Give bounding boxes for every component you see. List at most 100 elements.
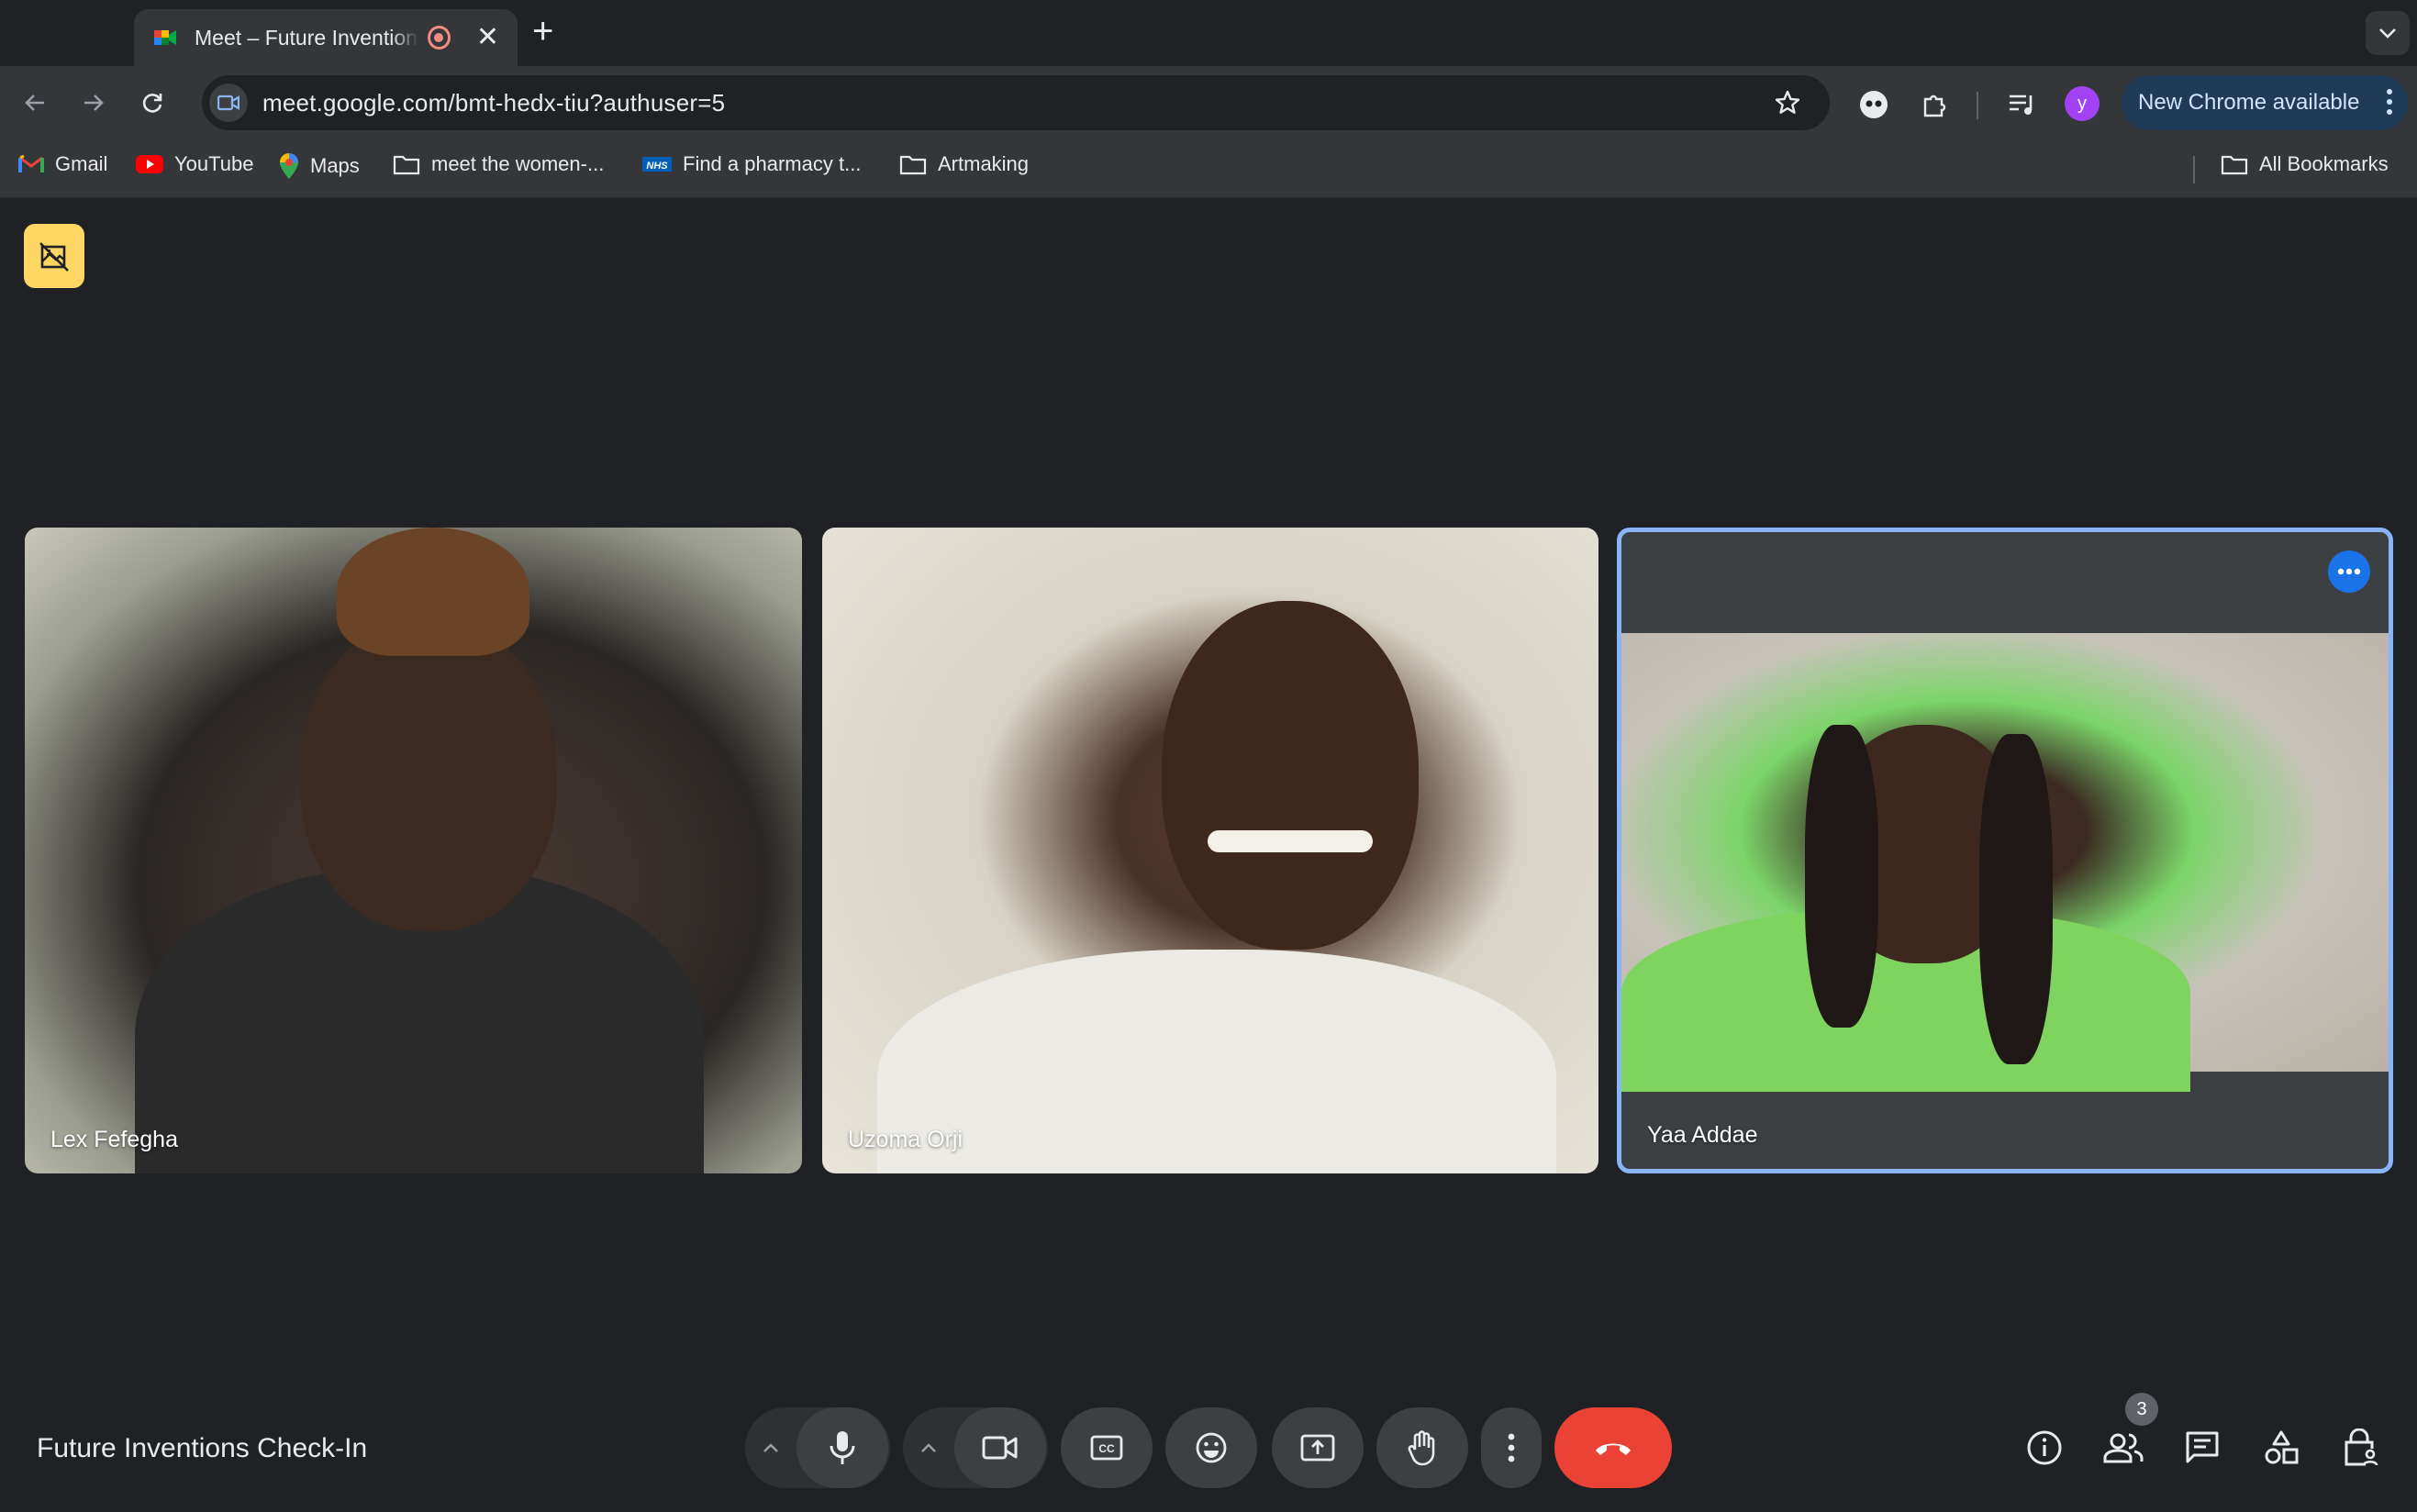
maps-icon bbox=[279, 152, 299, 180]
raise-hand-button[interactable] bbox=[1376, 1407, 1468, 1488]
extensions-puzzle-icon[interactable] bbox=[1916, 86, 1953, 123]
activities-button[interactable] bbox=[2255, 1422, 2307, 1473]
bookmark-folder-meet-the-women[interactable]: meet the women-... bbox=[393, 152, 604, 176]
closed-caption-icon: CC bbox=[1090, 1435, 1123, 1461]
present-screen-button[interactable] bbox=[1272, 1407, 1364, 1488]
videocam-icon bbox=[982, 1436, 1018, 1460]
meeting-details-button[interactable] bbox=[2019, 1422, 2070, 1473]
reload-button[interactable] bbox=[132, 83, 173, 123]
participant-tile[interactable]: Lex Fefegha bbox=[25, 528, 802, 1173]
arrow-forward-icon bbox=[84, 94, 104, 111]
tab-title: Meet – Future Inventions Check-In bbox=[195, 25, 418, 50]
bookmarks-bar: Gmail YouTube Maps meet the women-... NH… bbox=[0, 139, 2417, 198]
participant-video-hair bbox=[337, 528, 529, 656]
host-controls-button[interactable] bbox=[2334, 1422, 2386, 1473]
microphone-control-group bbox=[745, 1407, 890, 1488]
new-chrome-available-button[interactable]: New Chrome available bbox=[2122, 75, 2408, 130]
toolbar-divider bbox=[1977, 92, 1978, 119]
people-button[interactable] bbox=[2098, 1422, 2149, 1473]
more-vert-icon[interactable] bbox=[2386, 88, 2393, 120]
participant-more-options-button[interactable] bbox=[2328, 550, 2370, 593]
folder-icon bbox=[393, 153, 420, 175]
chat-icon bbox=[2186, 1431, 2219, 1463]
participant-video-hair bbox=[1805, 725, 1878, 1028]
browser-toolbar: meet.google.com/bmt-hedx-tiu?authuser=5 … bbox=[0, 66, 2417, 139]
profile-avatar[interactable]: y bbox=[2065, 86, 2100, 121]
participant-tile-active[interactable]: Yaa Addae bbox=[1617, 528, 2393, 1173]
nhs-icon: NHS bbox=[642, 155, 672, 173]
participant-name: Yaa Addae bbox=[1647, 1122, 1758, 1148]
participant-name: Lex Fefegha bbox=[50, 1127, 178, 1152]
people-icon bbox=[2103, 1433, 2144, 1463]
more-horiz-icon bbox=[2337, 568, 2361, 575]
info-icon bbox=[2027, 1430, 2062, 1465]
all-bookmarks-button[interactable]: All Bookmarks bbox=[2221, 152, 2389, 176]
all-bookmarks-label: All Bookmarks bbox=[2259, 152, 2389, 175]
lock-person-icon bbox=[2345, 1429, 2378, 1466]
hand-icon bbox=[1408, 1430, 1435, 1466]
reactions-button[interactable] bbox=[1165, 1407, 1257, 1488]
youtube-icon bbox=[136, 154, 163, 174]
call-end-icon bbox=[1596, 1443, 1631, 1455]
tab-strip: Meet – Future Inventions Check-In ✕ + bbox=[0, 0, 2417, 66]
participant-name: Uzoma Orji bbox=[848, 1127, 963, 1152]
participant-video-head bbox=[300, 619, 557, 931]
participant-video-head bbox=[1162, 601, 1419, 950]
tab-close-icon[interactable]: ✕ bbox=[476, 24, 499, 51]
chat-button[interactable] bbox=[2177, 1422, 2228, 1473]
back-button[interactable] bbox=[15, 83, 55, 123]
reload-icon bbox=[142, 94, 162, 113]
leave-call-button[interactable] bbox=[1554, 1407, 1672, 1488]
update-chip-label: New Chrome available bbox=[2138, 90, 2360, 115]
svg-text:NHS: NHS bbox=[646, 161, 668, 172]
participant-tile[interactable]: Uzoma Orji bbox=[822, 528, 1598, 1173]
more-vert-icon bbox=[1508, 1433, 1515, 1462]
chevron-down-icon bbox=[2379, 28, 2396, 39]
participant-count-badge: 3 bbox=[2125, 1393, 2158, 1426]
extension-icon[interactable] bbox=[1855, 86, 1892, 123]
camera-control-group bbox=[903, 1407, 1048, 1488]
tab-search-button[interactable] bbox=[2366, 11, 2410, 55]
bookmark-label: Gmail bbox=[55, 152, 108, 175]
bookmark-label: Artmaking bbox=[938, 152, 1030, 175]
bookmark-gmail[interactable]: Gmail bbox=[18, 152, 107, 176]
participant-video-hair bbox=[1979, 734, 2053, 1064]
bookmark-folder-artmaking[interactable]: Artmaking bbox=[899, 152, 1029, 176]
address-bar[interactable]: meet.google.com/bmt-hedx-tiu?authuser=5 bbox=[202, 75, 1830, 130]
bookmark-label: meet the women-... bbox=[431, 152, 605, 175]
bookmark-find-a-pharmacy[interactable]: NHS Find a pharmacy t... bbox=[642, 152, 861, 176]
meeting-title: Future Inventions Check-In bbox=[37, 1433, 368, 1463]
folder-icon bbox=[2221, 153, 2248, 175]
more-options-button[interactable] bbox=[1481, 1407, 1542, 1488]
gmail-icon bbox=[18, 154, 44, 174]
present-to-all-icon bbox=[1300, 1434, 1335, 1462]
bookmark-label: Find a pharmacy t... bbox=[683, 152, 862, 175]
participant-video bbox=[1621, 633, 2389, 1092]
url-text: meet.google.com/bmt-hedx-tiu?authuser=5 bbox=[262, 88, 726, 117]
bookmark-youtube[interactable]: YouTube bbox=[136, 152, 253, 176]
audio-settings-chevron-icon[interactable] bbox=[745, 1442, 796, 1453]
emoji-icon bbox=[1196, 1432, 1227, 1463]
media-controls-icon[interactable] bbox=[2004, 86, 2041, 123]
arrow-back-icon bbox=[25, 94, 44, 111]
bookmark-maps[interactable]: Maps bbox=[279, 152, 360, 180]
svg-text:CC: CC bbox=[1098, 1442, 1115, 1455]
new-tab-button[interactable]: + bbox=[532, 13, 553, 50]
bookmark-label: Maps bbox=[310, 154, 360, 177]
captions-button[interactable]: CC bbox=[1061, 1407, 1153, 1488]
participant-video bbox=[877, 950, 1556, 1173]
shapes-icon bbox=[2265, 1430, 2299, 1464]
site-info-icon[interactable] bbox=[209, 83, 248, 122]
browser-tab-meet[interactable]: Meet – Future Inventions Check-In ✕ bbox=[134, 9, 518, 66]
visual-effects-off-badge[interactable] bbox=[24, 224, 84, 288]
bookmark-label: YouTube bbox=[174, 152, 254, 175]
bookmark-star-icon[interactable] bbox=[1773, 88, 1802, 122]
video-settings-chevron-icon[interactable] bbox=[903, 1442, 954, 1453]
no-background-icon bbox=[39, 242, 69, 272]
forward-button[interactable] bbox=[73, 83, 114, 123]
google-meet-icon bbox=[152, 25, 178, 50]
camera-button[interactable] bbox=[954, 1407, 1046, 1488]
folder-icon bbox=[899, 153, 927, 175]
microphone-button[interactable] bbox=[796, 1407, 888, 1488]
participant-video-smile bbox=[1208, 830, 1373, 852]
